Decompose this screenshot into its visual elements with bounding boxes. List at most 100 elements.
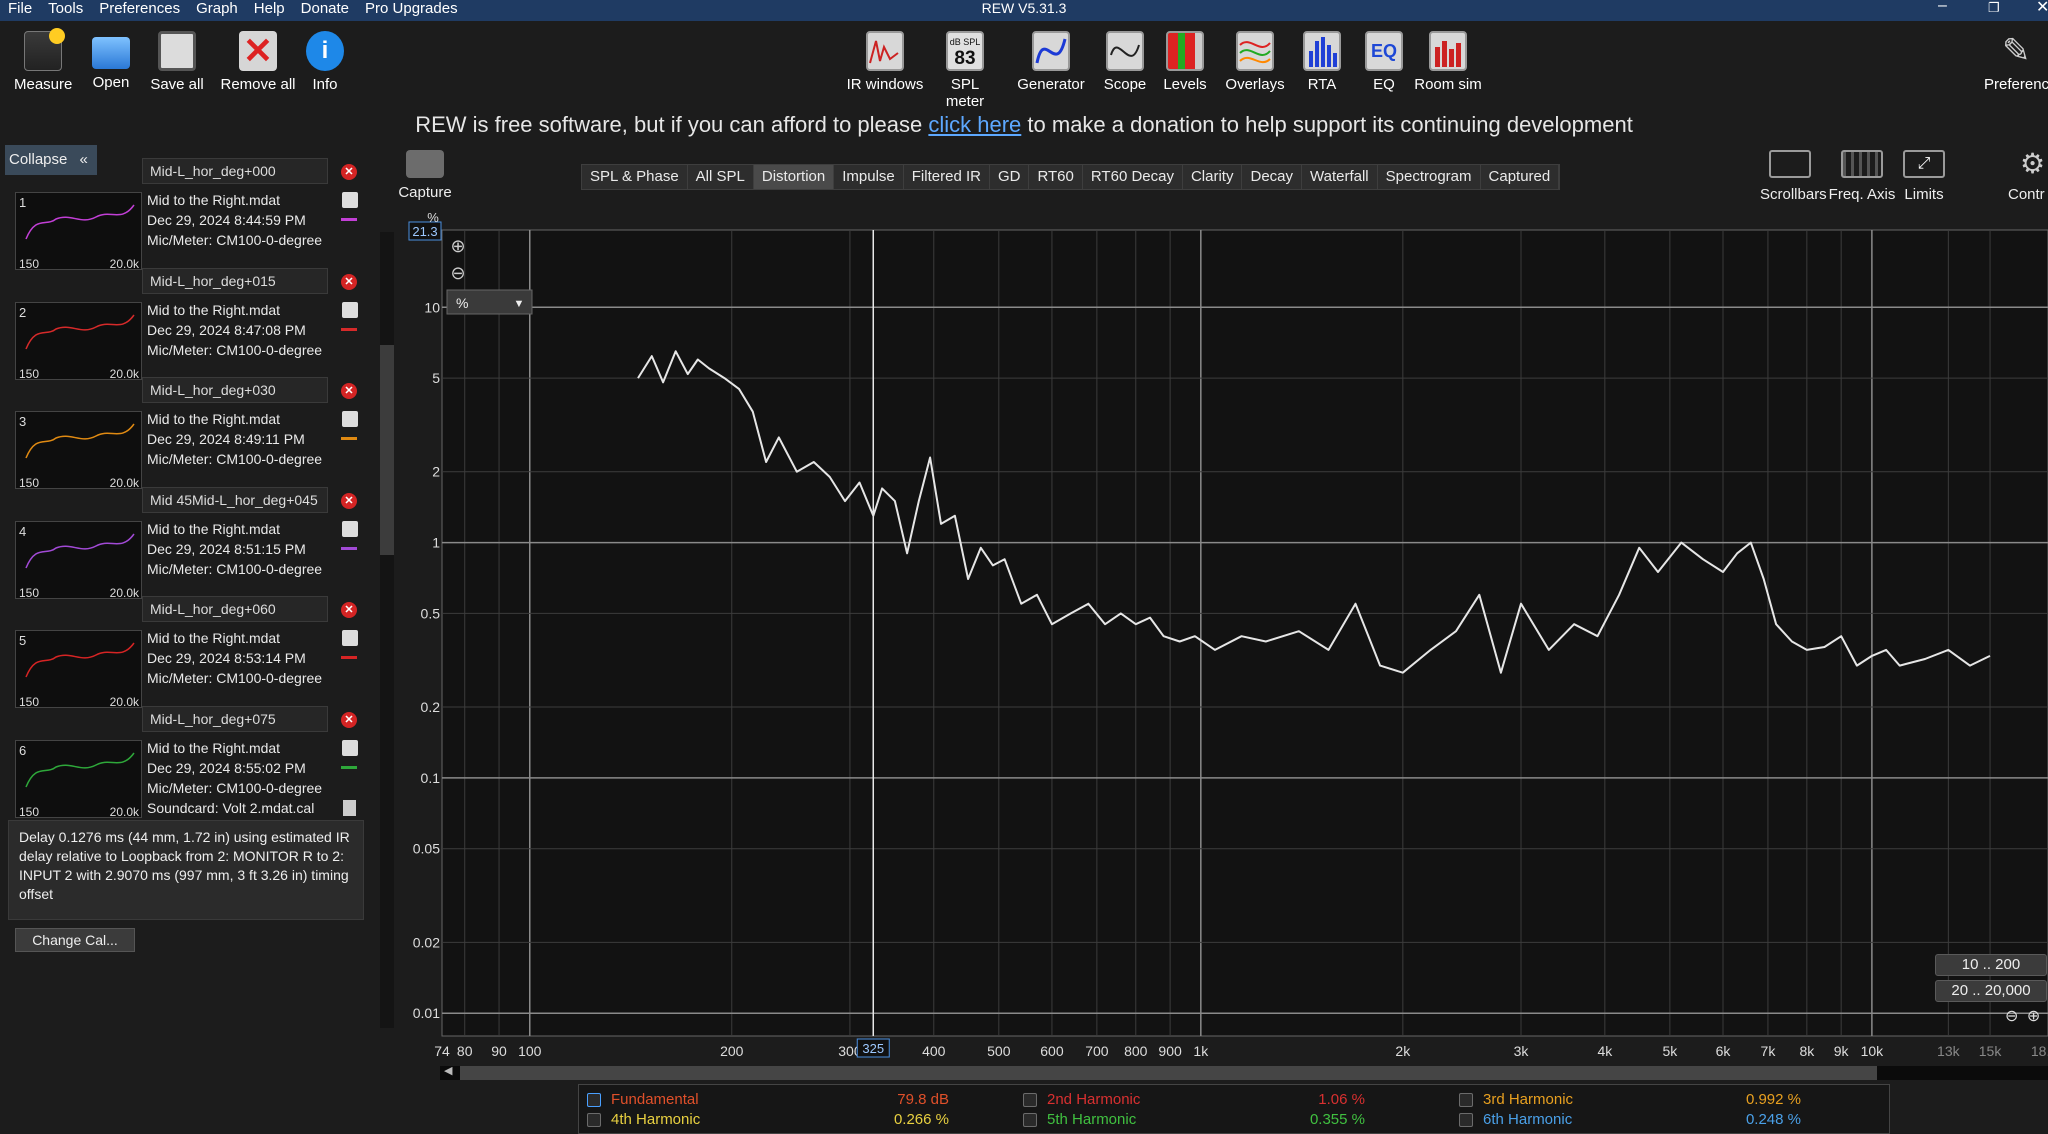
measurement-item[interactable]: Mid-L_hor_deg+060 ✕ 5 150 20.0k Mid to t… [7,596,372,718]
zoom-out-icon[interactable]: ⊖ [2005,1008,2018,1025]
preferences-button[interactable]: ✎ Preferenc [1984,31,2048,93]
menu-preferences[interactable]: Preferences [91,0,188,21]
delete-measurement-icon[interactable]: ✕ [341,711,357,728]
menu-donate[interactable]: Donate [293,0,357,21]
spl-meter-button[interactable]: dB SPL 83 SPL meter [932,31,998,110]
measure-button[interactable]: Measure [14,28,72,93]
measurement-name-field[interactable]: Mid-L_hor_deg+015 [142,267,328,294]
range-10-200-button[interactable]: 10 .. 200 [1935,954,2047,976]
measurement-color-swatch[interactable] [341,546,357,550]
tab-spectrogram[interactable]: Spectrogram [1378,165,1481,189]
measurement-name-field[interactable]: Mid-L_hor_deg+060 [142,596,328,622]
tab-impulse[interactable]: Impulse [834,165,904,189]
legend-item[interactable]: 3rd Harmonic 0.992 % [1451,1089,1881,1111]
tab-decay[interactable]: Decay [1242,165,1303,189]
range-20-20000-button[interactable]: 20 .. 20,000 [1935,980,2047,1002]
edit-measurement-icon[interactable] [342,630,358,646]
legend-item[interactable]: Fundamental 79.8 dB [579,1089,1009,1111]
freq-axis-button[interactable]: Freq. Axis [1826,150,1898,203]
legend-item[interactable]: 2nd Harmonic 1.06 % [1015,1089,1445,1111]
legend-checkbox[interactable] [1459,1113,1473,1127]
measurement-color-swatch[interactable] [341,218,357,221]
measurement-color-swatch[interactable] [341,656,357,659]
change-cal-button[interactable]: Change Cal... [15,928,135,952]
tab-rt60[interactable]: RT60 [1029,165,1083,189]
measurement-thumbnail[interactable]: 5 150 20.0k [15,630,142,709]
tab-clarity[interactable]: Clarity [1183,165,1243,189]
measurement-name-field[interactable]: Mid-L_hor_deg+030 [142,377,328,403]
legend-checkbox[interactable] [587,1113,601,1127]
measurement-item[interactable]: Mid-L_hor_deg+015 ✕ 2 150 20.0k Mid to t… [7,267,372,390]
edit-measurement-icon[interactable] [342,301,358,318]
measurement-thumbnail[interactable]: 2 150 20.0k [15,301,142,381]
rta-button[interactable]: RTA [1302,31,1342,93]
legend-checkbox[interactable] [1023,1113,1037,1127]
scrollbar-thumb[interactable] [380,345,394,555]
tab-captured[interactable]: Captured [1481,165,1560,189]
legend-checkbox[interactable] [587,1093,601,1107]
scope-button[interactable]: Scope [1100,31,1150,93]
tab-all-spl[interactable]: All SPL [688,165,754,189]
measurement-color-swatch[interactable] [341,765,357,769]
frequency-scrollbar-thumb[interactable] [460,1066,1877,1080]
measurement-name-field[interactable]: Mid 45Mid-L_hor_deg+045 [142,486,328,513]
zoom-out-icon[interactable]: ⊖ [450,263,465,283]
tab-filtered-ir[interactable]: Filtered IR [904,165,990,189]
tab-distortion[interactable]: Distortion [753,165,835,189]
delete-measurement-icon[interactable]: ✕ [341,492,357,509]
legend-checkbox[interactable] [1023,1093,1037,1107]
measurement-name-field[interactable]: Mid-L_hor_deg+000 [142,158,328,184]
donate-link[interactable]: click here [928,112,1021,137]
delete-measurement-icon[interactable]: ✕ [341,602,357,618]
zoom-in-icon[interactable]: ⊕ [2027,1008,2040,1025]
measurement-item[interactable]: Mid 45Mid-L_hor_deg+045 ✕ 4 150 20.0k Mi… [7,486,372,609]
eq-button[interactable]: EQ EQ [1364,31,1404,93]
measurement-thumbnail[interactable]: 1 150 20.0k [15,192,142,271]
edit-measurement-icon[interactable] [342,411,358,427]
delete-measurement-icon[interactable]: ✕ [341,383,357,399]
save-all-button[interactable]: Save all [150,31,204,93]
measurement-item[interactable]: Mid-L_hor_deg+075 ✕ 6 150 20.0k Mid to t… [7,705,372,828]
legend-item[interactable]: 5th Harmonic 0.355 % [1015,1109,1445,1131]
edit-measurement-icon[interactable] [342,520,358,537]
tab-rt60-decay[interactable]: RT60 Decay [1083,165,1183,189]
capture-button[interactable]: Capture [398,150,452,201]
tab-waterfall[interactable]: Waterfall [1302,165,1378,189]
minimize-icon[interactable]: – [1938,0,1947,15]
controls-button[interactable]: ⚙ Contr [2008,150,2048,204]
measurement-name-field[interactable]: Mid-L_hor_deg+075 [142,705,328,732]
levels-button[interactable]: Levels [1162,31,1208,93]
measurement-item[interactable]: Mid-L_hor_deg+000 ✕ 1 150 20.0k Mid to t… [7,158,372,280]
menu-tools[interactable]: Tools [40,0,91,21]
legend-item[interactable]: 6th Harmonic 0.248 % [1451,1109,1881,1131]
delete-measurement-icon[interactable]: ✕ [341,273,357,290]
menu-pro-upgrades[interactable]: Pro Upgrades [357,0,466,21]
room-sim-button[interactable]: Room sim [1414,31,1482,93]
tab-spl-phase[interactable]: SPL & Phase [582,165,688,189]
menu-help[interactable]: Help [246,0,293,21]
edit-measurement-icon[interactable] [342,192,358,208]
delete-measurement-icon[interactable]: ✕ [341,164,357,180]
measurement-item[interactable]: Mid-L_hor_deg+030 ✕ 3 150 20.0k Mid to t… [7,377,372,499]
zoom-in-icon[interactable]: ⊕ [450,236,465,256]
generator-button[interactable]: Generator [1016,31,1086,93]
measurement-thumbnail[interactable]: 4 150 20.0k [15,520,142,600]
legend-item[interactable]: 4th Harmonic 0.266 % [579,1109,1009,1131]
close-window-icon[interactable]: ✕ [2036,0,2048,17]
overlays-button[interactable]: Overlays [1224,31,1286,93]
measurement-thumbnail[interactable]: 3 150 20.0k [15,411,142,490]
open-button[interactable]: Open [88,31,134,91]
restore-icon[interactable]: ❐ [1988,0,2000,16]
document-icon[interactable] [343,799,356,816]
remove-all-button[interactable]: ✕ Remove all [220,31,296,94]
scroll-left-icon[interactable]: ◀ [444,1064,452,1077]
menu-file[interactable]: File [0,0,40,21]
measurement-color-swatch[interactable] [341,437,357,440]
measurement-color-swatch[interactable] [341,327,357,331]
measurement-thumbnail[interactable]: 6 150 20.0k [15,739,142,819]
tab-gd[interactable]: GD [990,165,1030,189]
info-button[interactable]: i Info [304,31,346,93]
menu-graph[interactable]: Graph [188,0,246,21]
edit-measurement-icon[interactable] [342,739,358,756]
limits-button[interactable]: ⤢ Limits [1900,150,1948,203]
